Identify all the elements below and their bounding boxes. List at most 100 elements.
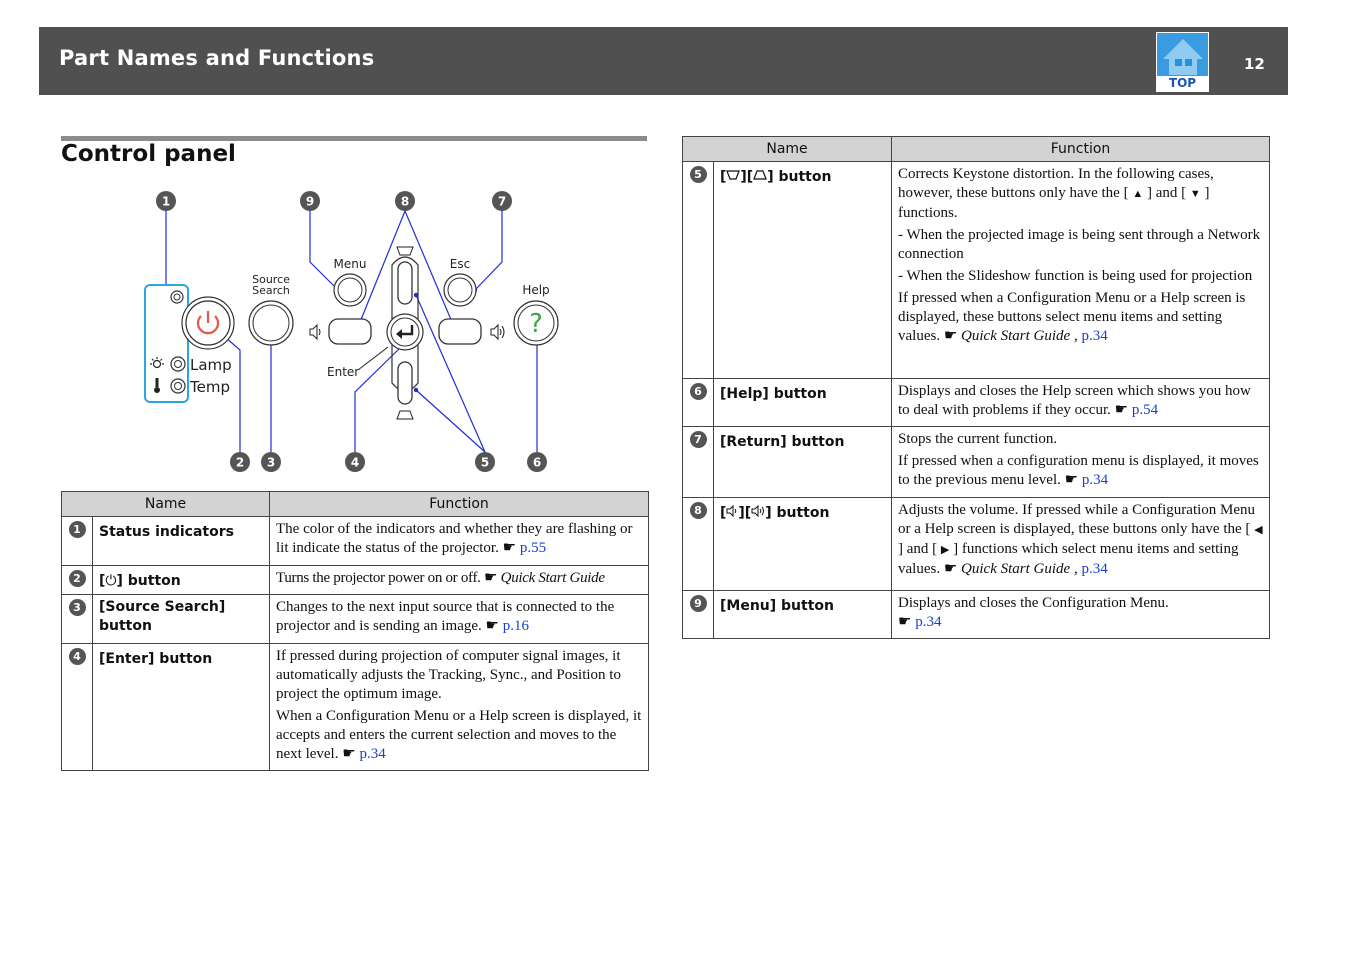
row-badge: 5 xyxy=(689,166,707,183)
row-name: [][] button xyxy=(713,161,892,379)
functions-table-right: Name Function 5 [][] button Corrects Key… xyxy=(682,136,1270,639)
pointing-hand-icon: ☛ xyxy=(342,746,356,762)
volume-up-button[interactable] xyxy=(438,318,482,345)
keystone-bottom-icon xyxy=(753,170,768,180)
row-badge: 8 xyxy=(689,502,707,519)
lamp-icon xyxy=(150,357,164,369)
svg-text:5: 5 xyxy=(481,456,489,470)
down-arrow-icon: ▼ xyxy=(1189,188,1201,200)
lamp-label: Lamp xyxy=(190,356,232,374)
row-badge: 2 xyxy=(68,570,86,587)
guide-reference: Quick Start Guide xyxy=(500,570,605,586)
table-row: 3 [Source Search] button Changes to the … xyxy=(61,594,649,644)
source-search-button[interactable] xyxy=(248,300,294,346)
enter-label: Enter xyxy=(327,365,359,379)
callout-1: 1 xyxy=(156,191,176,211)
page-link[interactable]: p.34 xyxy=(1082,472,1108,488)
table-row: 8 [][] button Adjusts the volume. If pre… xyxy=(682,497,1270,591)
power-led xyxy=(170,290,184,304)
table-row: 9 [Menu] button Displays and closes the … xyxy=(682,590,1270,639)
up-arrow-icon: ▲ xyxy=(1132,188,1144,200)
page-link[interactable]: p.54 xyxy=(1132,402,1158,418)
callout-5: 5 xyxy=(475,452,495,472)
guide-reference: Quick Start Guide xyxy=(961,561,1071,577)
pointing-hand-icon: ☛ xyxy=(1064,472,1079,488)
callout-4: 4 xyxy=(345,452,365,472)
name-column-header: Name xyxy=(61,491,270,517)
row-badge: 7 xyxy=(689,431,707,448)
row-badge: 6 xyxy=(689,383,707,400)
page-link[interactable]: p.55 xyxy=(520,540,546,556)
volume-down-icon xyxy=(726,504,737,518)
row-function: Stops the current function. If pressed w… xyxy=(891,426,1270,498)
row-name: Status indicators xyxy=(92,516,270,566)
table-header-row: Name Function xyxy=(61,491,649,517)
svg-text:6: 6 xyxy=(533,456,541,470)
table-row: 5 [][] button Corrects Keystone distorti… xyxy=(682,161,1270,379)
callout-6: 6 xyxy=(527,452,547,472)
row-name: [Menu] button xyxy=(713,590,892,639)
control-panel-diagram: 1 9 8 7 2 3 4 5 6 Lamp Temp Source Searc… xyxy=(144,191,559,472)
power-button[interactable] xyxy=(181,296,235,350)
right-arrow-icon: ▶ xyxy=(940,544,950,556)
row-badge: 1 xyxy=(68,521,86,538)
keystone-up-button[interactable] xyxy=(397,261,413,305)
search-label: Search xyxy=(252,284,290,297)
menu-button[interactable] xyxy=(333,273,367,307)
row-function: Turns the projector power on or off. ☛ Q… xyxy=(269,565,649,595)
help-icon: ? xyxy=(529,309,543,339)
svg-text:9: 9 xyxy=(306,195,314,209)
house-icon xyxy=(1157,33,1208,79)
row-name: [⏻] button xyxy=(92,565,270,595)
row-badge: 3 xyxy=(68,599,86,616)
page-link[interactable]: p.34 xyxy=(1081,561,1107,577)
callout-2: 2 xyxy=(230,452,250,472)
page-link[interactable]: p.34 xyxy=(359,746,385,762)
page-link[interactable]: p.34 xyxy=(1081,328,1107,344)
enter-button[interactable] xyxy=(386,313,424,351)
function-column-header: Function xyxy=(269,491,649,517)
pointing-hand-icon: ☛ xyxy=(484,570,498,586)
help-button[interactable]: ? xyxy=(513,300,559,346)
enter-leader xyxy=(357,346,389,371)
callout-8: 8 xyxy=(395,191,415,211)
menu-label: Menu xyxy=(334,257,367,271)
keystone-down-button[interactable] xyxy=(397,361,413,405)
row-badge: 9 xyxy=(689,595,707,612)
lamp-led xyxy=(170,356,186,372)
volume-up-icon xyxy=(751,504,765,518)
esc-button[interactable] xyxy=(443,273,477,307)
row-function: Displays and closes the Configuration Me… xyxy=(891,590,1270,639)
pointing-hand-icon: ☛ xyxy=(1114,402,1129,418)
header-bar: Part Names and Functions TOP 12 xyxy=(39,27,1288,95)
svg-text:2: 2 xyxy=(236,456,244,470)
row-name: [Return] button xyxy=(713,426,892,498)
help-label: Help xyxy=(522,283,549,297)
pointing-hand-icon: ☛ xyxy=(898,614,912,630)
guide-reference: Quick Start Guide xyxy=(961,328,1071,344)
functions-table-left: Name Function 1 Status indicators The co… xyxy=(61,491,649,771)
page-link[interactable]: p.16 xyxy=(503,618,529,634)
function-column-header: Function xyxy=(891,136,1270,162)
callout-9: 9 xyxy=(300,191,320,211)
svg-text:4: 4 xyxy=(351,456,359,470)
row-name: [Enter] button xyxy=(92,643,270,771)
pointing-hand-icon: ☛ xyxy=(943,561,958,577)
row-name: [Help] button xyxy=(713,378,892,427)
keystone-bottom-icon xyxy=(396,410,414,420)
temp-led xyxy=(170,378,186,394)
page-number: 12 xyxy=(1244,55,1265,73)
keystone-top-icon xyxy=(396,246,414,256)
row-badge: 4 xyxy=(68,648,86,665)
esc-label: Esc xyxy=(450,257,470,271)
speaker-low-icon xyxy=(309,323,321,341)
callout-7: 7 xyxy=(492,191,512,211)
row-name: [][] button xyxy=(713,497,892,591)
svg-text:7: 7 xyxy=(498,195,506,209)
temp-label: Temp xyxy=(189,378,230,396)
volume-down-button[interactable] xyxy=(328,318,372,345)
page-link[interactable]: p.34 xyxy=(915,614,941,630)
row-function: Changes to the next input source that is… xyxy=(269,594,649,644)
top-button[interactable]: TOP xyxy=(1156,32,1209,92)
table-header-row: Name Function xyxy=(682,136,1270,162)
